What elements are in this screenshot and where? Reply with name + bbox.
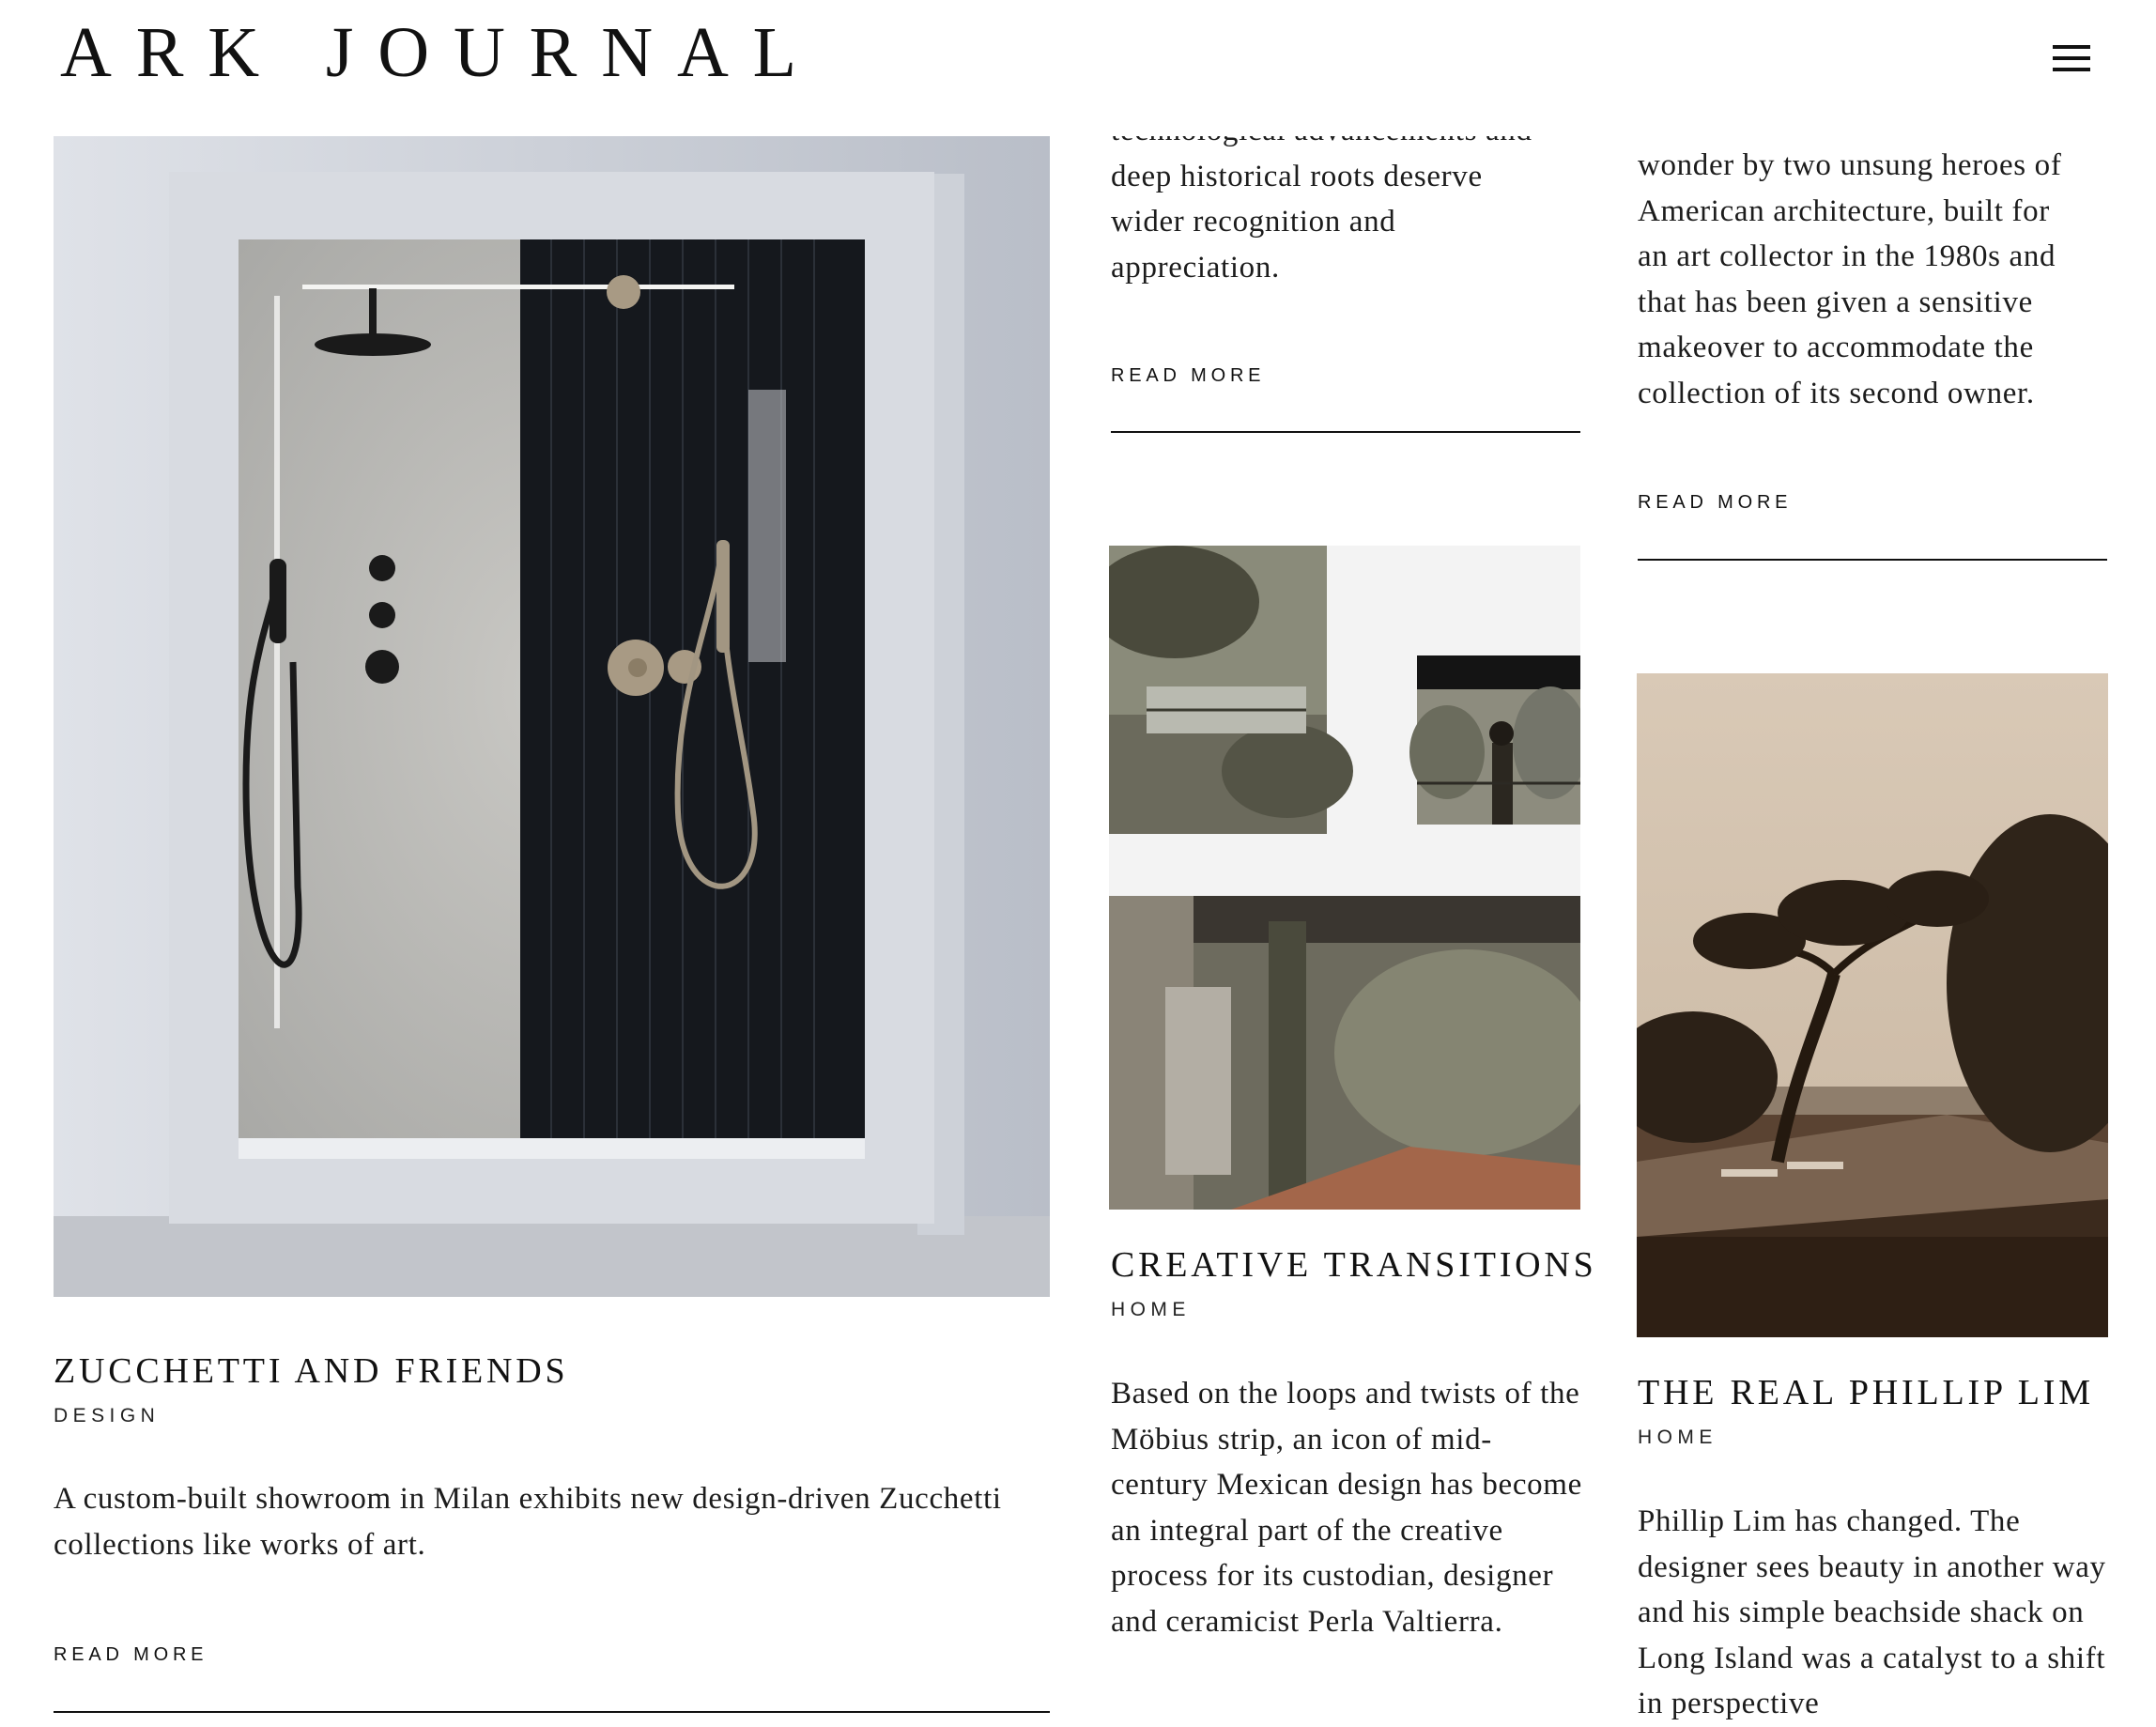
read-more-link[interactable]: READ MORE bbox=[54, 1645, 208, 1664]
article-divider bbox=[1638, 559, 2107, 561]
article-excerpt: A custom-built showroom in Milan exhibit… bbox=[54, 1482, 1002, 1562]
article-category[interactable]: DESIGN bbox=[54, 1406, 160, 1426]
article-image-creative-transitions[interactable] bbox=[1109, 546, 1580, 1210]
read-more-link[interactable]: READ MORE bbox=[1111, 366, 1265, 385]
read-more-link[interactable]: READ MORE bbox=[1638, 493, 1792, 512]
site-header: ARK JOURNAL bbox=[0, 0, 2156, 136]
article-title[interactable]: CREATIVE TRANSITIONS bbox=[1111, 1247, 1597, 1283]
article-title[interactable]: ZUCCHETTI AND FRIENDS bbox=[54, 1353, 568, 1389]
site-logo[interactable]: ARK JOURNAL bbox=[60, 17, 821, 88]
article-divider bbox=[54, 1711, 1050, 1713]
article-divider bbox=[1111, 431, 1580, 433]
hamburger-menu-icon[interactable] bbox=[2053, 41, 2094, 75]
article-excerpt: Phillip Lim has changed. The designer se… bbox=[1638, 1504, 2106, 1720]
article-category[interactable]: HOME bbox=[1638, 1427, 1717, 1447]
article-excerpt: Based on the loops and twists of the Möb… bbox=[1111, 1377, 1582, 1639]
article-excerpt-tail: wonder by two unsung heroes of American … bbox=[1638, 148, 2062, 410]
article-category[interactable]: HOME bbox=[1111, 1300, 1191, 1319]
article-image-phillip-lim[interactable] bbox=[1637, 673, 2108, 1337]
article-image-zucchetti[interactable] bbox=[54, 136, 1050, 1297]
article-title[interactable]: THE REAL PHILLIP LIM bbox=[1638, 1375, 2094, 1411]
